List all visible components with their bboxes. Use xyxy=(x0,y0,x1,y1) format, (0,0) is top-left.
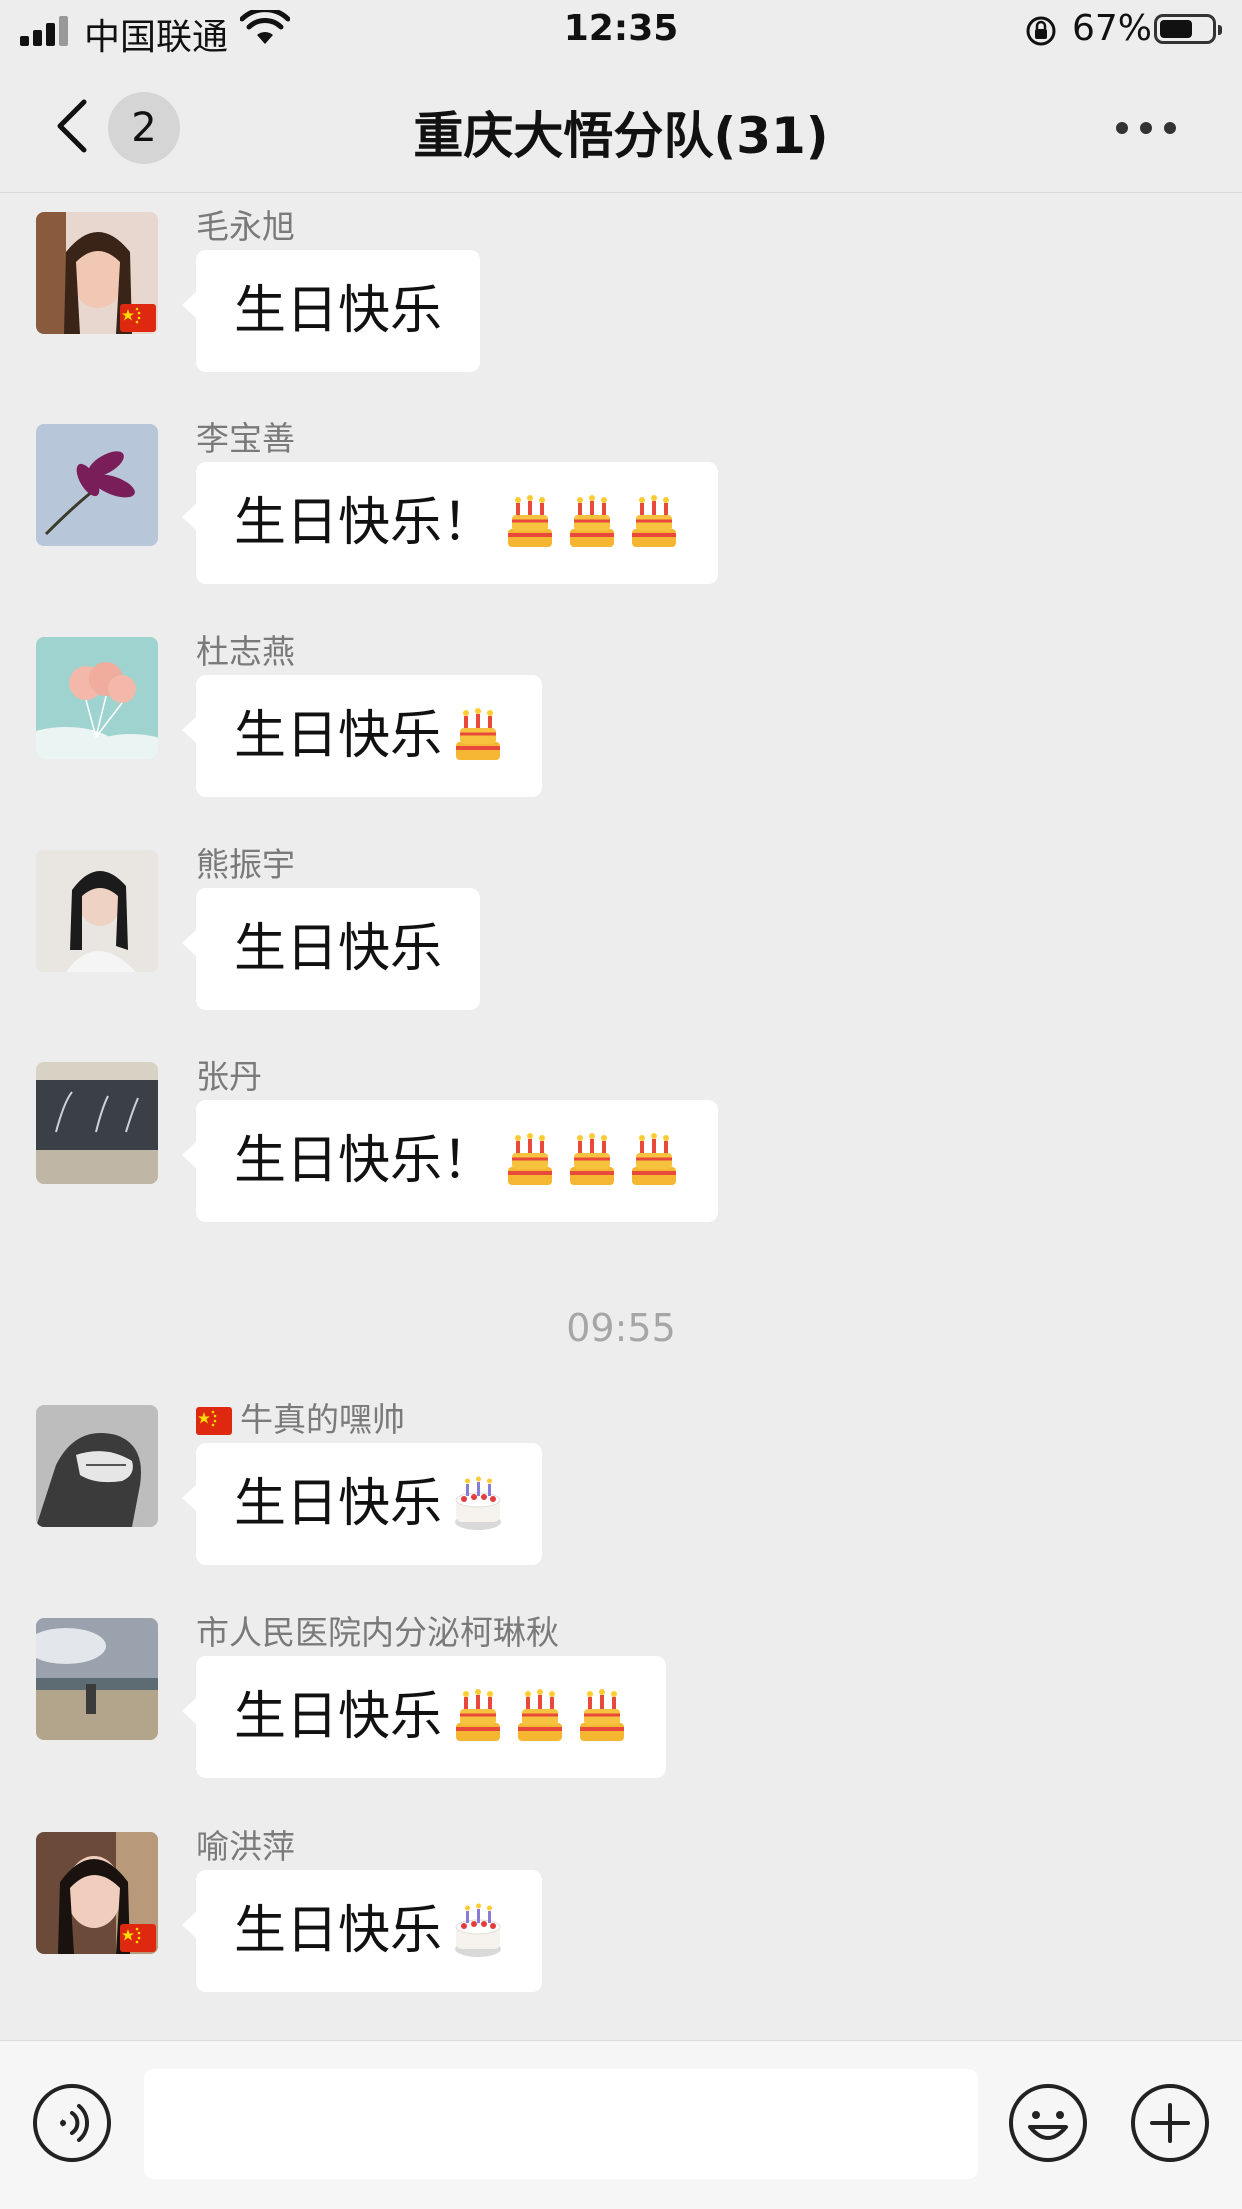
avatar[interactable] xyxy=(36,637,158,759)
message-input[interactable] xyxy=(144,2069,978,2179)
sender-name: 喻洪萍 xyxy=(196,1827,295,1866)
battery-icon xyxy=(1154,14,1222,44)
message-text: 生日快乐 xyxy=(234,706,443,766)
china-flag-icon xyxy=(120,304,156,332)
battery-percent: 67% xyxy=(1072,8,1153,49)
avatar[interactable] xyxy=(36,850,158,972)
avatar[interactable] xyxy=(36,1405,158,1527)
message-item: 杜志燕生日快乐 xyxy=(0,625,1242,815)
message-bubble[interactable]: 生日快乐！ xyxy=(181,462,719,584)
message-text: 生日快乐 xyxy=(234,1901,443,1961)
message-item: 李宝善生日快乐！ xyxy=(0,412,1242,602)
birthday-cake-icon xyxy=(632,1133,677,1185)
sender-name: 李宝善 xyxy=(196,419,295,458)
sender-name: 杜志燕 xyxy=(196,632,295,671)
birthday-cake-icon xyxy=(508,1133,553,1185)
message-bubble[interactable]: 生日快乐 xyxy=(181,888,481,1010)
message-text: 生日快乐 xyxy=(234,1474,443,1534)
status-bar: 中国联通 12:35 67% xyxy=(0,0,1242,62)
sender-name: 市人民医院内分泌柯琳秋 xyxy=(196,1613,559,1652)
message-item: 熊振宇生日快乐 xyxy=(0,838,1242,1028)
sender-name: 毛永旭 xyxy=(196,207,295,246)
sender-name: 熊振宇 xyxy=(196,845,295,884)
birthday-cake-icon xyxy=(570,1133,615,1185)
message-text: 生日快乐！ xyxy=(234,1131,495,1191)
message-text: 生日快乐 xyxy=(234,919,443,979)
message-bubble[interactable]: 生日快乐 xyxy=(181,1870,543,1992)
message-item: 市人民医院内分泌柯琳秋生日快乐 xyxy=(0,1606,1242,1796)
avatar[interactable] xyxy=(36,1062,158,1184)
emoji-icon[interactable] xyxy=(1008,2083,1088,2163)
message-item: 毛永旭生日快乐 xyxy=(0,200,1242,390)
birthday-cake-icon xyxy=(456,1689,501,1741)
birthday-cake-icon xyxy=(508,495,553,547)
input-bar xyxy=(0,2040,1242,2209)
more-options-icon[interactable] xyxy=(1116,122,1176,134)
shortcake-icon xyxy=(455,1476,502,1530)
birthday-cake-icon xyxy=(580,1689,625,1741)
message-text: 生日快乐！ xyxy=(234,493,495,553)
message-bubble[interactable]: 生日快乐 xyxy=(181,1443,543,1565)
sender-name: 张丹 xyxy=(196,1057,262,1096)
birthday-cake-icon xyxy=(632,495,677,547)
nav-bar: 2 重庆大悟分队(31) xyxy=(0,62,1242,193)
chat-title: 重庆大悟分队(31) xyxy=(413,107,829,165)
message-item: 张丹生日快乐！ xyxy=(0,1050,1242,1240)
avatar[interactable] xyxy=(36,1618,158,1740)
message-item: 喻洪萍生日快乐 xyxy=(0,1820,1242,2010)
plus-icon[interactable] xyxy=(1130,2083,1210,2163)
birthday-cake-icon xyxy=(456,708,501,760)
message-text: 生日快乐 xyxy=(234,1687,443,1747)
sender-name: 牛真的嘿帅 xyxy=(196,1393,405,1443)
rotation-lock-icon xyxy=(1026,16,1056,46)
birthday-cake-icon xyxy=(570,495,615,547)
china-flag-icon xyxy=(196,1407,232,1435)
voice-input-icon[interactable] xyxy=(32,2083,112,2163)
message-bubble[interactable]: 生日快乐 xyxy=(181,250,481,372)
shortcake-icon xyxy=(455,1903,502,1957)
message-text: 生日快乐 xyxy=(234,281,443,341)
timestamp: 09:55 xyxy=(566,1306,676,1350)
china-flag-icon xyxy=(120,1924,156,1952)
avatar[interactable] xyxy=(36,424,158,546)
message-bubble[interactable]: 生日快乐 xyxy=(181,1656,667,1778)
birthday-cake-icon xyxy=(518,1689,563,1741)
avatar[interactable] xyxy=(36,1832,158,1954)
avatar[interactable] xyxy=(36,212,158,334)
message-item: 牛真的嘿帅生日快乐 xyxy=(0,1393,1242,1583)
message-bubble[interactable]: 生日快乐！ xyxy=(181,1100,719,1222)
message-bubble[interactable]: 生日快乐 xyxy=(181,675,543,797)
